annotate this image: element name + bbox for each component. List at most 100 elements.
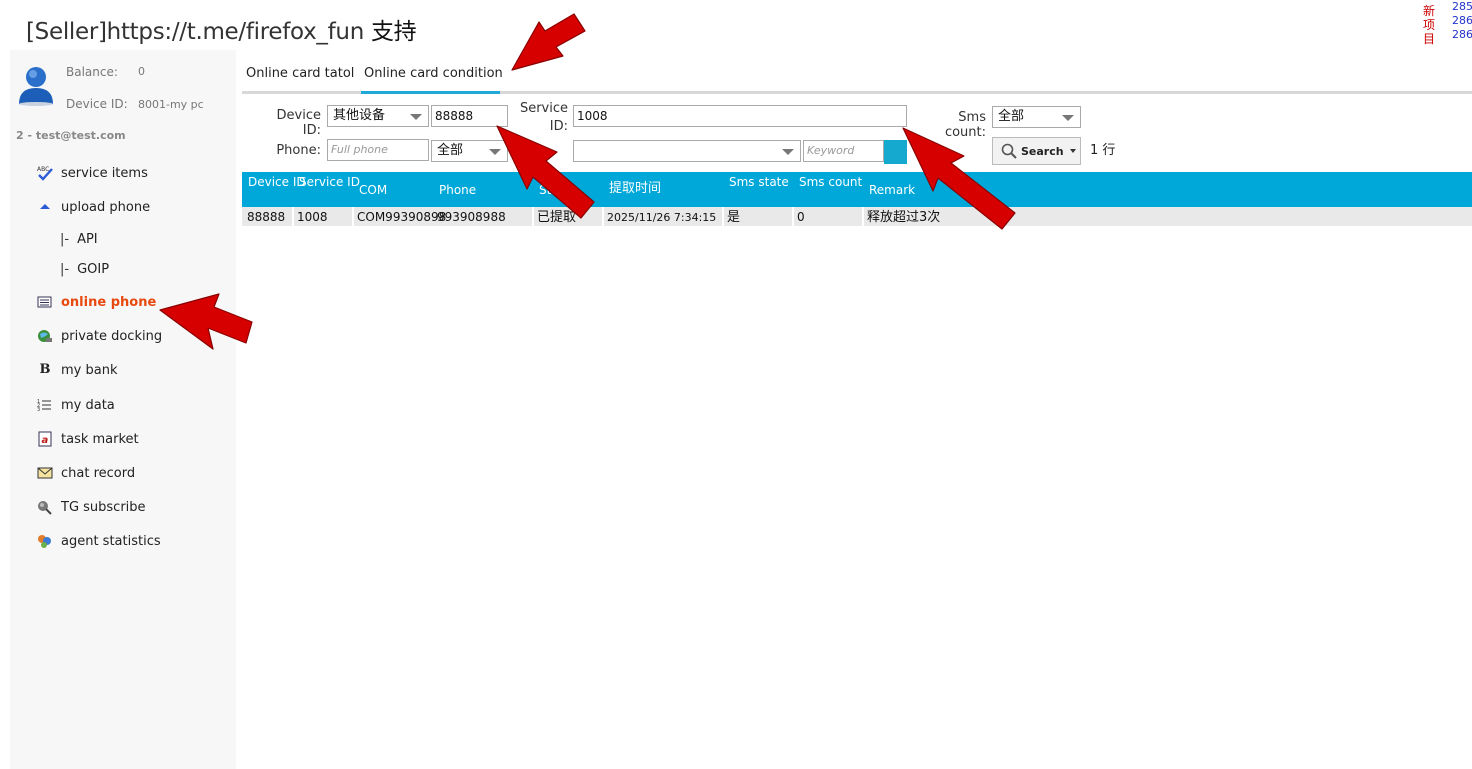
cell-divider bbox=[862, 207, 864, 226]
sidebar-item-label: online phone bbox=[61, 294, 157, 310]
sidebar-item-chat-record[interactable]: chat record bbox=[10, 460, 236, 486]
table-cell: 2025/11/26 7:34:15 bbox=[607, 211, 717, 224]
device-type-select[interactable]: 其他设备 bbox=[327, 105, 429, 127]
table-cell: 0 bbox=[797, 210, 805, 224]
people-icon bbox=[36, 533, 54, 549]
column-header-device-id[interactable]: Device ID bbox=[248, 175, 306, 189]
cell-divider bbox=[602, 207, 604, 226]
envelope-icon bbox=[36, 465, 54, 481]
document-a-icon: a bbox=[36, 431, 54, 447]
tab-online-card-condition[interactable]: Online card condition bbox=[364, 66, 503, 81]
column-header-sms-state[interactable]: Sms state bbox=[729, 175, 789, 189]
corner-numbers: 285 286 286 bbox=[1452, 0, 1472, 42]
active-tab-indicator bbox=[361, 91, 500, 94]
new-project-link[interactable]: 新项目 bbox=[1423, 4, 1437, 46]
sidebar-item-agent-statistics[interactable]: agent statistics bbox=[10, 528, 236, 554]
sidebar-item-label: my bank bbox=[61, 362, 118, 378]
table-cell: 是 bbox=[727, 210, 741, 225]
page-title-cn: 支持 bbox=[370, 19, 417, 45]
tree-branch-prefix: |- bbox=[60, 261, 70, 277]
svg-text:a: a bbox=[42, 435, 49, 446]
upload-arrow-icon bbox=[36, 199, 54, 215]
list-window-icon bbox=[36, 294, 54, 310]
field-select[interactable] bbox=[573, 140, 801, 162]
sidebar-item-label: API bbox=[77, 231, 98, 247]
annotation-arrow-icon bbox=[511, 13, 586, 71]
column-header-fetch-time[interactable]: 提取时间 bbox=[609, 182, 661, 196]
chevron-down-icon bbox=[410, 114, 422, 120]
chevron-down-icon bbox=[1062, 115, 1074, 121]
balance-label: Balance: bbox=[66, 65, 118, 79]
sidebar-item-service-items[interactable]: ABC service items bbox=[10, 160, 236, 186]
device-id-input[interactable]: 88888 bbox=[431, 105, 508, 127]
sidebar-item-task-market[interactable]: a task market bbox=[10, 426, 236, 452]
balance-value: 0 bbox=[138, 65, 145, 78]
globe-icon bbox=[36, 328, 54, 344]
phone-input[interactable]: Full phone bbox=[327, 139, 429, 161]
sidebar-item-upload-phone[interactable]: upload phone bbox=[10, 194, 236, 220]
sms-count-filter-label: Sms count: bbox=[944, 110, 986, 140]
service-id-input[interactable]: 1008 bbox=[573, 105, 907, 127]
account-label: 2 - test@test.com bbox=[16, 129, 126, 142]
satellite-icon bbox=[36, 499, 54, 515]
table-cell: 88888 bbox=[247, 210, 286, 224]
table-cell: 1008 bbox=[297, 210, 328, 224]
column-header-state[interactable]: Sta bbox=[539, 183, 559, 197]
column-header-sms-count[interactable]: Sms count bbox=[799, 175, 862, 189]
service-id-filter-label: Service ID: bbox=[519, 101, 568, 134]
keyword-clear-button[interactable] bbox=[884, 140, 907, 164]
device-id-filter-label: Device ID: bbox=[276, 108, 321, 138]
svg-text:3: 3 bbox=[37, 407, 40, 413]
sidebar-item-goip[interactable]: |- GOIP bbox=[10, 256, 236, 282]
caret-down-icon[interactable] bbox=[1070, 149, 1076, 153]
column-header-com[interactable]: COM bbox=[359, 183, 387, 197]
numbered-list-icon: 123 bbox=[36, 397, 54, 413]
chevron-down-icon bbox=[782, 149, 794, 155]
sidebar-item-label: service items bbox=[61, 165, 148, 181]
phone-filter-label: Phone: bbox=[276, 143, 321, 158]
sidebar-item-label: task market bbox=[61, 431, 139, 447]
corner-number[interactable]: 285 bbox=[1452, 0, 1472, 14]
table-cell: 释放超过3次 bbox=[867, 210, 941, 225]
sidebar-item-label: chat record bbox=[61, 465, 136, 481]
page-title-prefix: [Seller]https://t.me/firefox_fun bbox=[26, 19, 371, 45]
sidebar-item-private-docking[interactable]: private docking bbox=[10, 323, 236, 349]
sidebar-item-tg-subscribe[interactable]: TG subscribe bbox=[10, 494, 236, 520]
table-cell: 993908988 bbox=[437, 210, 506, 224]
abc-check-icon: ABC bbox=[36, 165, 54, 181]
table-cell: COM99390898 bbox=[357, 210, 447, 224]
corner-number[interactable]: 286 bbox=[1452, 28, 1472, 42]
chevron-down-icon bbox=[489, 149, 501, 155]
sidebar: Balance: 0 Device ID: 8001-my pc 2 - tes… bbox=[10, 50, 236, 769]
keyword-input[interactable]: Keyword bbox=[803, 140, 884, 162]
column-header-service-id[interactable]: Service ID bbox=[299, 175, 360, 189]
svg-text:ABC: ABC bbox=[37, 166, 49, 173]
column-header-phone[interactable]: Phone bbox=[439, 183, 476, 197]
tab-online-card-total[interactable]: Online card tatol bbox=[246, 66, 354, 81]
device-id-label: Device ID: bbox=[66, 97, 128, 111]
sidebar-item-my-bank[interactable]: B my bank bbox=[10, 357, 236, 383]
cell-divider bbox=[352, 207, 354, 226]
phone-scope-select[interactable]: 全部 bbox=[431, 140, 508, 162]
cell-divider bbox=[532, 207, 534, 226]
sidebar-item-my-data[interactable]: 123 my data bbox=[10, 392, 236, 418]
corner-number[interactable]: 286 bbox=[1452, 14, 1472, 28]
tree-branch-prefix: |- bbox=[60, 231, 70, 247]
search-icon bbox=[1001, 143, 1017, 159]
sidebar-item-online-phone[interactable]: online phone bbox=[10, 289, 236, 315]
cell-divider bbox=[292, 207, 294, 226]
sms-count-value: 全部 bbox=[998, 109, 1025, 124]
cell-divider bbox=[792, 207, 794, 226]
sidebar-item-api[interactable]: |- API bbox=[10, 226, 236, 252]
column-header-remark[interactable]: Remark bbox=[869, 183, 915, 197]
page-title: [Seller]https://t.me/firefox_fun 支持 bbox=[26, 12, 417, 46]
sidebar-item-label: private docking bbox=[61, 328, 163, 344]
user-avatar-icon bbox=[19, 67, 53, 106]
sidebar-item-label: agent statistics bbox=[61, 533, 161, 549]
cell-divider bbox=[722, 207, 724, 226]
search-button[interactable]: Search bbox=[992, 137, 1081, 165]
table-cell: 已提取 bbox=[537, 210, 577, 225]
device-type-value: 其他设备 bbox=[333, 108, 386, 123]
sms-count-select[interactable]: 全部 bbox=[992, 106, 1081, 128]
device-id-value: 8001-my pc bbox=[138, 98, 204, 111]
